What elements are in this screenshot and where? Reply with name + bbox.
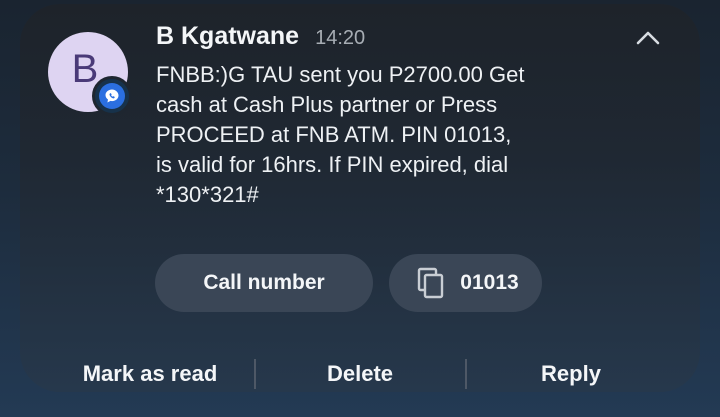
chevron-up-icon[interactable]	[632, 24, 664, 52]
action-divider	[254, 359, 256, 389]
chevron-up-icon-svg	[636, 31, 660, 45]
copy-code-button[interactable]: 01013	[389, 254, 542, 312]
notification-screen: B B Kgatwane 14:20 FNBB:)G TAU sent you …	[0, 0, 720, 417]
copy-icon-svg	[418, 267, 444, 299]
chat-bubble-icon	[105, 89, 119, 103]
mark-as-read-label: Mark as read	[82, 361, 218, 386]
notification-header: B Kgatwane 14:20	[156, 22, 365, 51]
timestamp: 14:20	[315, 27, 366, 49]
messages-app-icon	[92, 76, 132, 116]
messages-app-icon-inner	[99, 83, 125, 109]
sender-name: B Kgatwane	[156, 22, 300, 50]
notification-actions: Mark as read Delete Reply	[0, 352, 720, 396]
delete-label: Delete	[326, 361, 394, 386]
delete-button[interactable]: Delete	[262, 352, 458, 396]
reply-label: Reply	[541, 361, 601, 386]
copy-code-label: 01013	[460, 271, 519, 294]
copy-icon	[416, 267, 446, 299]
action-divider	[465, 359, 467, 389]
call-number-label: Call number	[203, 271, 325, 294]
reply-button[interactable]: Reply	[476, 352, 666, 396]
mark-as-read-button[interactable]: Mark as read	[58, 352, 242, 396]
call-number-button[interactable]: Call number	[155, 254, 373, 312]
message-body: FNBB:)G TAU sent you P2700.00 Get cash a…	[156, 62, 525, 207]
